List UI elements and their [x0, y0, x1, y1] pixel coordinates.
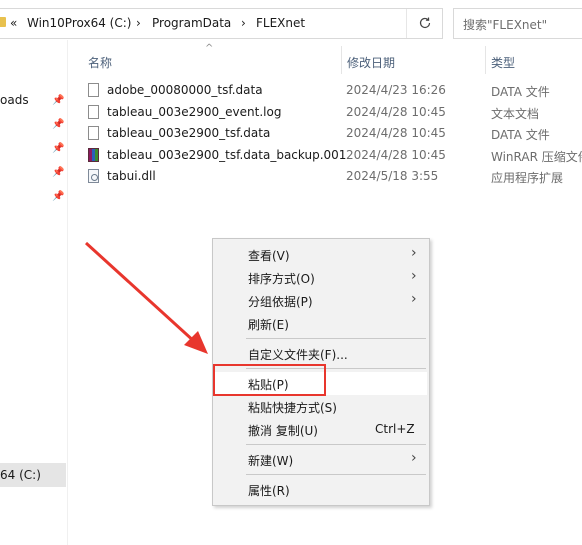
dll-icon	[88, 169, 99, 183]
divider	[406, 9, 407, 38]
breadcrumb-programdata[interactable]: ProgramData	[152, 16, 231, 30]
menu-item-sort[interactable]: 排序方式(O) ›	[215, 266, 427, 289]
menu-item-label: 查看(V)	[248, 249, 290, 263]
file-icon	[88, 83, 99, 97]
menu-item-paste-shortcut[interactable]: 粘贴快捷方式(S)	[215, 395, 427, 418]
file-row[interactable]: adobe_00080000_tsf.data 2024/4/23 16:26 …	[84, 80, 582, 102]
breadcrumb-flexnet[interactable]: FLEXnet	[256, 16, 305, 30]
menu-item-label: 属性(R)	[248, 484, 290, 498]
file-date: 2024/5/18 3:55	[346, 169, 439, 183]
menu-item-label: 自定义文件夹(F)...	[248, 348, 348, 362]
refresh-icon	[419, 17, 431, 29]
file-type: 应用程序扩展	[491, 171, 564, 185]
file-row[interactable]: tabui.dll 2024/5/18 3:55 应用程序扩展	[84, 166, 582, 188]
column-header-name[interactable]: 名称	[88, 54, 112, 71]
sort-ascending-icon: ^	[205, 43, 214, 54]
chevron-right-icon: ›	[411, 450, 417, 466]
menu-item-view[interactable]: 查看(V) ›	[215, 243, 427, 266]
breadcrumb-separator-icon[interactable]: ›	[136, 16, 141, 30]
file-type: 文本文档	[491, 107, 540, 121]
menu-item-group[interactable]: 分组依据(P) ›	[215, 289, 427, 312]
file-name: tableau_003e2900_tsf.data	[107, 126, 271, 140]
file-date: 2024/4/23 16:26	[346, 83, 446, 97]
breadcrumb-drive[interactable]: Win10Prox64 (C:)	[27, 16, 131, 30]
menu-separator	[246, 338, 426, 339]
file-row[interactable]: tableau_003e2900_event.log 2024/4/28 10:…	[84, 102, 582, 124]
nav-item-label: 64 (C:)	[0, 468, 41, 482]
menu-item-label: 刷新(E)	[248, 318, 289, 332]
file-type: WinRAR 压缩文件	[491, 150, 582, 164]
column-divider[interactable]	[485, 46, 486, 74]
file-name: tableau_003e2900_tsf.data_backup.001	[107, 148, 347, 162]
menu-item-customize-folder[interactable]: 自定义文件夹(F)...	[215, 342, 427, 365]
navigation-pane: oads 📌 📌 📌 📌 📌 64 (C:)	[0, 40, 67, 545]
file-type: DATA 文件	[491, 85, 550, 99]
menu-separator	[246, 474, 426, 475]
menu-item-label: 撤消 复制(U)	[248, 424, 318, 438]
menu-item-refresh[interactable]: 刷新(E)	[215, 312, 427, 335]
nav-item-drive-c[interactable]: 64 (C:)	[0, 463, 66, 487]
file-type: DATA 文件	[491, 128, 550, 142]
winrar-icon	[88, 148, 99, 162]
file-date: 2024/4/28 10:45	[346, 148, 446, 162]
nav-item-downloads[interactable]: oads	[0, 93, 29, 107]
folder-icon	[0, 17, 6, 27]
address-bar[interactable]: « Win10Prox64 (C:) › ProgramData › FLEXn…	[0, 8, 443, 39]
breadcrumb-separator-icon[interactable]: ›	[241, 16, 246, 30]
menu-separator	[246, 444, 426, 445]
file-name: adobe_00080000_tsf.data	[107, 83, 263, 97]
search-placeholder: 搜索"FLEXnet"	[463, 18, 548, 32]
pane-divider[interactable]	[67, 40, 68, 545]
pin-icon: 📌	[52, 167, 65, 178]
file-name: tabui.dll	[107, 169, 156, 183]
file-date: 2024/4/28 10:45	[346, 105, 446, 119]
pin-icon: 📌	[52, 143, 65, 154]
chevron-right-icon: ›	[411, 268, 417, 284]
pin-icon: 📌	[52, 191, 65, 202]
pin-icon: 📌	[52, 95, 65, 106]
menu-item-label: 分组依据(P)	[248, 295, 313, 309]
menu-item-new[interactable]: 新建(W) ›	[215, 448, 427, 471]
menu-item-label: 粘贴快捷方式(S)	[248, 401, 337, 415]
file-date: 2024/4/28 10:45	[346, 126, 446, 140]
refresh-button[interactable]	[414, 13, 436, 33]
file-icon	[88, 126, 99, 140]
column-header-date[interactable]: 修改日期	[347, 54, 395, 71]
chevron-right-icon: ›	[411, 291, 417, 307]
file-icon	[88, 105, 99, 119]
chevron-right-icon: ›	[411, 245, 417, 261]
file-name: tableau_003e2900_event.log	[107, 105, 282, 119]
highlight-box	[213, 364, 326, 396]
menu-item-label: 排序方式(O)	[248, 272, 315, 286]
menu-item-properties[interactable]: 属性(R)	[215, 478, 427, 501]
file-row[interactable]: tableau_003e2900_tsf.data_backup.001 202…	[84, 145, 582, 167]
menu-item-undo-copy[interactable]: 撤消 复制(U) Ctrl+Z	[215, 418, 427, 441]
file-row[interactable]: tableau_003e2900_tsf.data 2024/4/28 10:4…	[84, 123, 582, 145]
breadcrumb-overflow-icon[interactable]: «	[10, 16, 17, 30]
pin-icon: 📌	[52, 119, 65, 130]
search-input[interactable]: 搜索"FLEXnet"	[453, 8, 582, 39]
menu-item-shortcut: Ctrl+Z	[375, 422, 415, 436]
column-divider[interactable]	[341, 46, 342, 74]
column-header-type[interactable]: 类型	[491, 54, 515, 71]
menu-item-label: 新建(W)	[248, 454, 294, 468]
